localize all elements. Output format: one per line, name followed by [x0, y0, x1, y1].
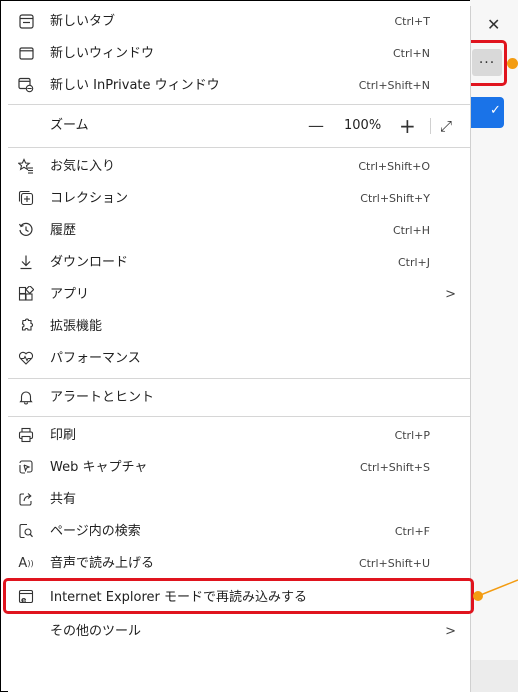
menu-item-label: 履歴: [50, 223, 77, 238]
menu-item-read-aloud[interactable]: A)) 音声で読み上げる Ctrl+Shift+U: [8, 548, 470, 580]
menu-item-shortcut: Ctrl+Shift+N: [358, 79, 430, 92]
callout-dot: [473, 591, 483, 601]
zoom-in-button[interactable]: +: [399, 108, 416, 144]
menu-item-label: ダウンロード: [50, 255, 129, 270]
fullscreen-button[interactable]: ⤢: [440, 108, 452, 144]
menu-item-shortcut: Ctrl+F: [394, 525, 430, 538]
menu-item-shortcut: Ctrl+Shift+U: [358, 557, 430, 570]
share-icon: [18, 491, 34, 507]
menu-item-label: Web キャプチャ: [50, 460, 148, 475]
menu-item-performance[interactable]: パフォーマンス: [8, 343, 470, 375]
performance-icon: [18, 350, 34, 366]
menu-item-label: その他のツール: [50, 624, 142, 639]
extensions-icon: [18, 318, 34, 334]
apps-icon: [18, 286, 34, 302]
new-window-icon: [18, 45, 34, 61]
menu-item-shortcut: Ctrl+J: [397, 256, 430, 269]
menu-item-label: アラートとヒント: [50, 390, 155, 405]
menu-item-label: 新しいタブ: [50, 14, 116, 29]
menu-item-new-tab[interactable]: 新しいタブ Ctrl+T: [8, 6, 470, 38]
menu-separator: [8, 416, 470, 417]
menu-item-label: アプリ: [50, 287, 90, 302]
new-tab-icon: [18, 13, 34, 29]
callout-dot: [507, 58, 518, 69]
menu-item-shortcut: Ctrl+N: [392, 47, 430, 60]
menu-item-find[interactable]: ページ内の検索 Ctrl+F: [8, 516, 470, 548]
menu-item-shortcut: Ctrl+Shift+Y: [360, 192, 430, 205]
find-icon: [18, 523, 34, 539]
menu-item-apps[interactable]: アプリ >: [8, 279, 470, 311]
menu-item-label: 拡張機能: [50, 319, 103, 334]
menu-item-label: 新しいウィンドウ: [50, 46, 155, 61]
menu-item-downloads[interactable]: ダウンロード Ctrl+J: [8, 247, 470, 279]
web-capture-icon: [18, 459, 34, 475]
close-icon[interactable]: ✕: [487, 15, 500, 34]
collections-icon: [18, 190, 34, 206]
menu-item-label: 新しい InPrivate ウィンドウ: [50, 78, 220, 93]
blue-action-button[interactable]: ✓: [470, 97, 504, 128]
menu-item-shortcut: Ctrl+Shift+S: [360, 461, 430, 474]
chevron-right-icon: >: [445, 624, 456, 639]
inprivate-icon: [18, 77, 34, 93]
menu-item-more-tools[interactable]: その他のツール >: [8, 616, 470, 648]
menu-separator: [8, 378, 470, 379]
menu-item-web-capture[interactable]: Web キャプチャ Ctrl+Shift+S: [8, 452, 470, 484]
print-icon: [18, 427, 34, 443]
menu-item-label: 音声で読み上げる: [50, 556, 155, 571]
menu-item-print[interactable]: 印刷 Ctrl+P: [8, 420, 470, 452]
menu-item-zoom: ズーム — 100% + ⤢: [8, 108, 470, 144]
menu-item-alerts[interactable]: アラートとヒント: [8, 382, 470, 414]
menu-item-label: ページ内の検索: [50, 524, 141, 539]
menu-item-collections[interactable]: コレクション Ctrl+Shift+Y: [8, 183, 470, 215]
menu-item-share[interactable]: 共有: [8, 484, 470, 516]
bell-icon: [18, 389, 34, 405]
read-aloud-icon: A)): [18, 555, 34, 571]
zoom-label: ズーム: [50, 118, 89, 133]
menu-item-shortcut: Ctrl+T: [394, 15, 430, 28]
zoom-level: 100%: [344, 118, 382, 133]
history-icon: [18, 222, 34, 238]
menu-item-label: 共有: [50, 492, 77, 507]
ie-mode-highlight: [3, 578, 474, 614]
menu-separator: [8, 104, 470, 105]
zoom-divider: [430, 118, 431, 134]
menu-separator: [8, 147, 470, 148]
chevron-right-icon: >: [445, 287, 456, 302]
menu-item-shortcut: Ctrl+P: [394, 429, 430, 442]
toolbar-strip-bottom: [470, 660, 518, 692]
menu-item-shortcut: Ctrl+Shift+O: [358, 160, 430, 173]
favorites-icon: [18, 158, 34, 174]
menu-item-favorites[interactable]: お気に入り Ctrl+Shift+O: [8, 151, 470, 183]
menu-item-label: お気に入り: [50, 159, 116, 174]
menu-item-new-window[interactable]: 新しいウィンドウ Ctrl+N: [8, 38, 470, 70]
chevron-icon: ✓: [490, 103, 501, 118]
menu-item-label: 印刷: [50, 428, 77, 443]
zoom-out-button[interactable]: —: [308, 108, 324, 144]
menu-item-label: コレクション: [50, 191, 129, 206]
menu-item-new-inprivate[interactable]: 新しい InPrivate ウィンドウ Ctrl+Shift+N: [8, 70, 470, 102]
menu-item-extensions[interactable]: 拡張機能: [8, 311, 470, 343]
menu-item-history[interactable]: 履歴 Ctrl+H: [8, 215, 470, 247]
menu-item-shortcut: Ctrl+H: [392, 224, 430, 237]
download-icon: [18, 254, 34, 270]
menu-item-label: パフォーマンス: [50, 351, 141, 366]
